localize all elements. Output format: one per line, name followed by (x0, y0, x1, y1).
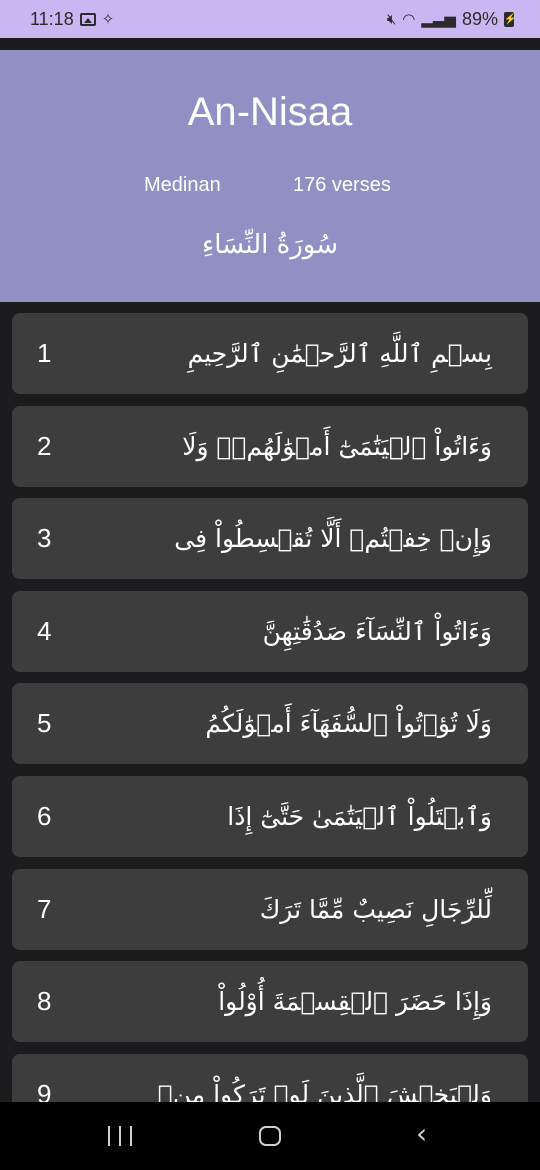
surah-arabic-name: سُورَةُ النِّسَاءِ (202, 230, 338, 260)
verse-text: وَٱبۡتَلُواْ ٱلۡيَتَٰمَىٰ حَتَّىٰٓ إِذَا (227, 802, 492, 831)
verse-card[interactable]: 5 وَلَا تُؤۡتُواْ ٱلسُّفَهَآءَ أَمۡوَٰلَ… (12, 683, 528, 764)
verse-card[interactable]: 4 وَءَاتُواْ ٱلنِّسَآءَ صَدُقَٰتِهِنَّ (12, 591, 528, 672)
battery-charging-icon (504, 11, 516, 29)
verse-text: وَإِنۡ خِفۡتُمۡ أَلَّا تُقۡسِطُواْ فِى (174, 524, 492, 553)
wifi-icon: ◠ (402, 10, 416, 28)
surah-title: An-Nisaa (187, 90, 353, 134)
verse-number: 8 (37, 986, 52, 1016)
verse-number: 2 (37, 431, 52, 461)
verse-text: وَءَاتُواْ ٱلۡيَتَٰمَىٰٓ أَمۡوَٰلَهُمۡۖ … (182, 432, 492, 461)
verse-card[interactable]: 2 وَءَاتُواْ ٱلۡيَتَٰمَىٰٓ أَمۡوَٰلَهُمۡ… (12, 406, 528, 487)
verse-card[interactable]: 7 لِّلرِّجَالِ نَصِيبٌ مِّمَّا تَرَكَ (12, 869, 528, 950)
mute-icon: 🔇︎ (386, 10, 397, 28)
back-icon[interactable]: ‹ (416, 1120, 427, 1148)
status-right: 🔇︎ ◠ ▂▃▅ 89% (386, 9, 517, 30)
verse-card[interactable]: 1 بِسۡمِ ٱللَّهِ ٱلرَّحۡمَٰنِ ٱلرَّحِيمِ (12, 313, 528, 394)
status-left: 11:18 ✧ (30, 9, 114, 30)
image-icon (79, 13, 96, 26)
verse-text: بِسۡمِ ٱللَّهِ ٱلرَّحۡمَٰنِ ٱلرَّحِيمِ (187, 339, 492, 368)
system-nav-bar: ‹ (0, 1102, 540, 1170)
verse-number: 1 (37, 338, 52, 368)
verse-text: وَلَا تُؤۡتُواْ ٱلسُّفَهَآءَ أَمۡوَٰلَكُ… (205, 709, 492, 738)
verse-number: 6 (37, 801, 52, 831)
verse-card[interactable]: 3 وَإِنۡ خِفۡتُمۡ أَلَّا تُقۡسِطُواْ فِى (12, 498, 528, 579)
signal-icon: ▂▃▅ (421, 10, 456, 28)
verse-number: 7 (37, 894, 52, 924)
verse-number: 5 (37, 708, 52, 738)
home-icon[interactable] (259, 1126, 281, 1146)
verse-number: 4 (37, 616, 52, 646)
toolbar-strip (0, 38, 540, 50)
verse-text: وَإِذَا حَضَرَ ٱلۡقِسۡمَةَ أُوْلُواْ (218, 987, 492, 1016)
verse-count: 176 verses (293, 174, 391, 196)
magic-wand-icon: ✧ (101, 10, 115, 28)
verse-card[interactable]: 6 وَٱبۡتَلُواْ ٱلۡيَتَٰمَىٰ حَتَّىٰٓ إِذ… (12, 776, 528, 857)
verse-text: لِّلرِّجَالِ نَصِيبٌ مِّمَّا تَرَكَ (259, 895, 492, 924)
verse-card[interactable]: 8 وَإِذَا حَضَرَ ٱلۡقِسۡمَةَ أُوْلُواْ (12, 961, 528, 1042)
status-bar: 11:18 ✧ 🔇︎ ◠ ▂▃▅ 89% (0, 0, 540, 38)
surah-header: An-Nisaa Medinan 176 verses سُورَةُ النِ… (0, 50, 540, 302)
recents-icon[interactable] (108, 1126, 132, 1146)
battery-level: 89% (461, 9, 498, 29)
status-time: 11:18 (30, 9, 74, 29)
revelation-type: Medinan (144, 174, 221, 196)
verse-text: وَءَاتُواْ ٱلنِّسَآءَ صَدُقَٰتِهِنَّ (262, 617, 492, 646)
verse-number: 3 (37, 523, 52, 553)
